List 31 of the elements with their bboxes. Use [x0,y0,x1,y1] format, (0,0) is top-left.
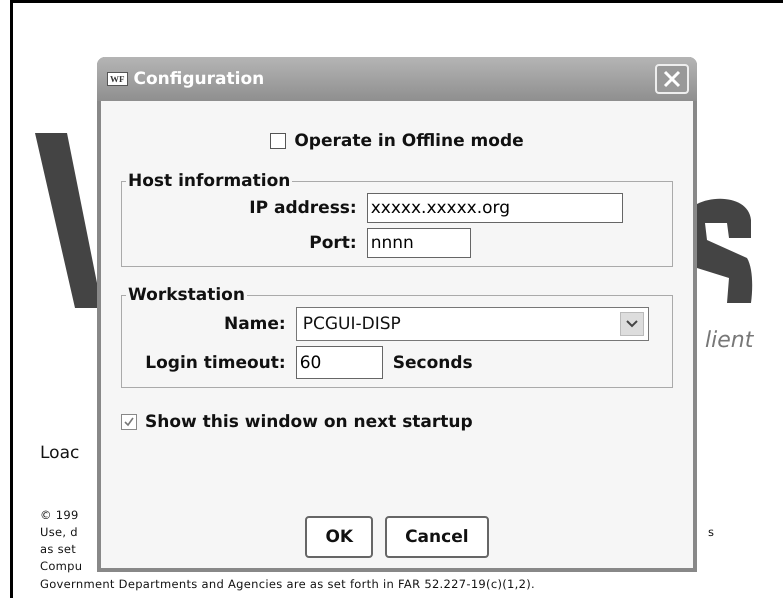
port-field[interactable]: nnnn [366,228,471,258]
checkbox-label: Show this window on next startup [145,412,473,432]
check-icon [123,416,135,428]
timeout-label: Login timeout: [144,352,286,372]
startup-checkbox[interactable] [121,414,137,430]
timeout-field[interactable]: 60 [296,346,383,379]
app-icon: WF [107,72,128,86]
close-button[interactable] [655,64,689,94]
name-dropdown[interactable]: PCGUI-DISP [296,307,649,341]
name-label: Name: [222,314,286,334]
legal-text: Compu [40,559,82,573]
group-title: Host information [127,171,292,191]
checkbox-label: Operate in Offline mode [294,131,524,151]
dialog-button[interactable]: OK [305,516,374,558]
legal-text: Use, d [40,525,78,539]
legal-text: s [708,525,714,539]
chevron-icon [626,320,638,328]
logo-tagline: lient [705,328,754,353]
close-icon [663,70,681,88]
legal-text: © 199 [40,508,79,522]
ip-label: IP address: [248,198,357,218]
offline-checkbox[interactable] [270,133,286,149]
group-title: Workstation [127,285,246,305]
dialog-button[interactable]: Cancel [385,516,489,558]
legal-text: Government Departments and Agencies are as set forth in FAR 52.227-19(c)(1,2). [40,577,535,591]
legal-text: as set [40,542,76,556]
port-label: Port: [308,233,357,253]
unit-label: Seconds [392,352,473,372]
ip-field[interactable]: xxxxx.xxxxx.org [366,193,623,223]
loading-text: Loac [40,443,80,463]
window-title: Configuration [134,69,266,89]
